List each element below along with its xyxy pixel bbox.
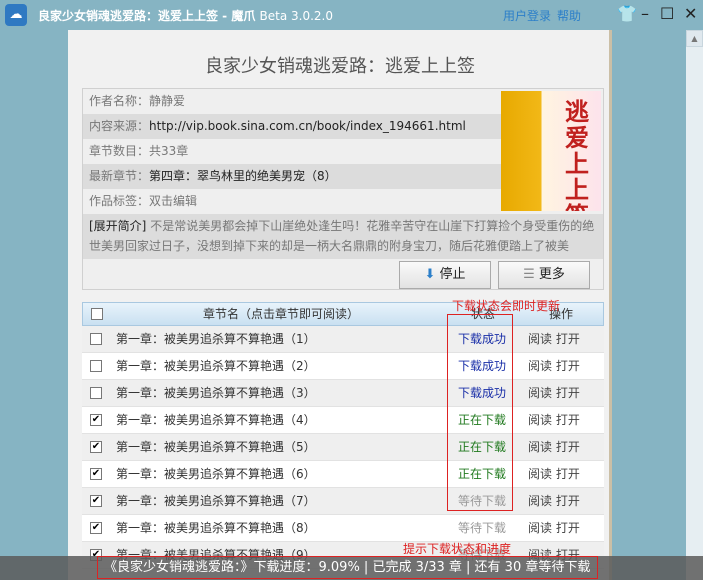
chapter-name[interactable]: 第一章：被美男追杀算不算艳遇（8） [116,515,316,541]
progress-annotation-box [97,556,598,579]
info-tags[interactable]: 作品标签：双击编辑 [83,189,501,214]
table-row[interactable]: ✔ 第一章：被美男追杀算不算艳遇（8） 等待下载 阅读 打开 [82,515,604,542]
chapter-actions[interactable]: 阅读 打开 [528,434,580,460]
close-button[interactable]: ✕ [684,4,697,23]
table-row[interactable]: 第一章：被美男追杀算不算艳遇（2） 下载成功 阅读 打开 [82,353,604,380]
table-row[interactable]: ✔ 第一章：被美男追杀算不算艳遇（4） 正在下载 阅读 打开 [82,407,604,434]
row-checkbox[interactable] [90,333,102,345]
table-row[interactable]: 第一章：被美男追杀算不算艳遇（3） 下载成功 阅读 打开 [82,380,604,407]
chapter-name[interactable]: 第一章：被美男追杀算不算艳遇（4） [116,407,316,433]
help-link[interactable]: 帮助 [557,9,581,23]
row-checkbox[interactable]: ✔ [90,414,102,426]
skin-icon[interactable]: 👕 [617,4,637,23]
chapter-actions[interactable]: 阅读 打开 [528,488,580,514]
latest-chapter-link[interactable]: 第四章：翠鸟林里的绝美男宠（8） [149,169,337,183]
version: Beta 3.0.2.0 [259,9,334,23]
maximize-button[interactable]: ☐ [660,4,674,23]
cover-title: 逃爱上上签 [565,98,589,211]
app-logo-icon: ☁ [5,4,27,26]
intro-text: 不是常说美男都会掉下山崖绝处逢生吗！花雅辛苦守在山崖下打算捡个身受重伤的绝世美男… [89,219,595,253]
expand-intro-link[interactable]: [展开简介] [89,219,146,233]
info-label: 内容来源： [89,119,150,133]
info-source: 内容来源：http://vip.book.sina.com.cn/book/in… [83,114,501,139]
scroll-up-icon[interactable]: ▲ [686,30,703,47]
chapter-name[interactable]: 第一章：被美男追杀算不算艳遇（2） [116,353,316,379]
menu-icon: ☰ [523,267,535,282]
table-row[interactable]: ✔ 第一章：被美男追杀算不算艳遇（6） 正在下载 阅读 打开 [82,461,604,488]
row-checkbox[interactable] [90,387,102,399]
stop-button[interactable]: ⬇ 停止 [399,261,491,289]
info-chapters: 章节数目：共33章 [83,139,501,164]
source-link[interactable]: http://vip.book.sina.com.cn/book/index_1… [149,119,466,133]
info-value: 静静爱 [149,94,186,108]
row-checkbox[interactable]: ✔ [90,495,102,507]
table-row[interactable]: 第一章：被美男追杀算不算艳遇（1） 下载成功 阅读 打开 [82,326,604,353]
select-all-checkbox[interactable] [91,308,103,320]
chapter-actions[interactable]: 阅读 打开 [528,380,580,406]
book-info: 作者名称：静静爱 内容来源：http://vip.book.sina.com.c… [82,88,604,290]
chapter-status: 等待下载 [457,521,506,535]
window-title: 良家少女销魂逃爱路：逃爱上上签 - 魔爪 Beta 3.0.2.0 [38,7,333,24]
chapter-table: 章节名（点击章节即可阅读） 状态 操作 第一章：被美男追杀算不算艳遇（1） 下载… [82,302,604,569]
info-author: 作者名称：静静爱 [83,89,501,114]
chapter-actions[interactable]: 阅读 打开 [528,407,580,433]
more-button[interactable]: ☰ 更多 [498,261,590,289]
book-cover: 逃爱上上签 [501,91,601,211]
more-label: 更多 [538,267,565,282]
info-latest: 最新章节：第四章：翠鸟林里的绝美男宠（8） [83,164,501,189]
info-value: 共33章 [149,144,189,158]
chapter-name[interactable]: 第一章：被美男追杀算不算艳遇（5） [116,434,316,460]
table-row[interactable]: ✔ 第一章：被美男追杀算不算艳遇（7） 等待下载 阅读 打开 [82,488,604,515]
status-annotation: 下载状态会即时更新 [452,299,561,313]
chapter-name[interactable]: 第一章：被美男追杀算不算艳遇（3） [116,380,316,406]
chapter-name[interactable]: 第一章：被美男追杀算不算艳遇（6） [116,461,316,487]
info-label: 作品标签： [89,194,150,208]
chapter-actions[interactable]: 阅读 打开 [528,515,580,541]
chapter-actions[interactable]: 阅读 打开 [528,353,580,379]
status-annotation-box [447,314,513,511]
row-checkbox[interactable]: ✔ [90,522,102,534]
row-checkbox[interactable]: ✔ [90,468,102,480]
login-link[interactable]: 用户登录 [503,9,551,23]
stop-icon: ⬇ [424,267,436,282]
info-label: 章节数目： [89,144,150,158]
info-label: 最新章节： [89,169,150,183]
scrollbar[interactable]: ▲ [686,30,703,580]
stop-label: 停止 [439,267,466,282]
info-value[interactable]: 双击编辑 [149,194,197,208]
progress-annotation: 提示下载状态和进度 [403,542,512,556]
chapter-actions[interactable]: 阅读 打开 [528,326,580,352]
chapter-name[interactable]: 第一章：被美男追杀算不算艳遇（1） [116,326,316,352]
chapter-name[interactable]: 第一章：被美男追杀算不算艳遇（7） [116,488,316,514]
info-label: 作者名称： [89,94,150,108]
minimize-button[interactable]: – [641,4,649,23]
table-row[interactable]: ✔ 第一章：被美男追杀算不算艳遇（5） 正在下载 阅读 打开 [82,434,604,461]
row-checkbox[interactable] [90,360,102,372]
title-text: 良家少女销魂逃爱路：逃爱上上签 - 魔爪 [38,9,256,23]
book-title: 良家少女销魂逃爱路：逃爱上上签 [205,56,475,77]
header-name: 章节名（点击章节即可阅读） [203,307,360,321]
title-bar: ☁ 良家少女销魂逃爱路：逃爱上上签 - 魔爪 Beta 3.0.2.0 用户登录… [0,0,703,30]
book-intro: [展开简介] 不是常说美男都会掉下山崖绝处逢生吗！花雅辛苦守在山崖下打算捡个身受… [83,214,603,259]
chapter-actions[interactable]: 阅读 打开 [528,461,580,487]
row-checkbox[interactable]: ✔ [90,441,102,453]
